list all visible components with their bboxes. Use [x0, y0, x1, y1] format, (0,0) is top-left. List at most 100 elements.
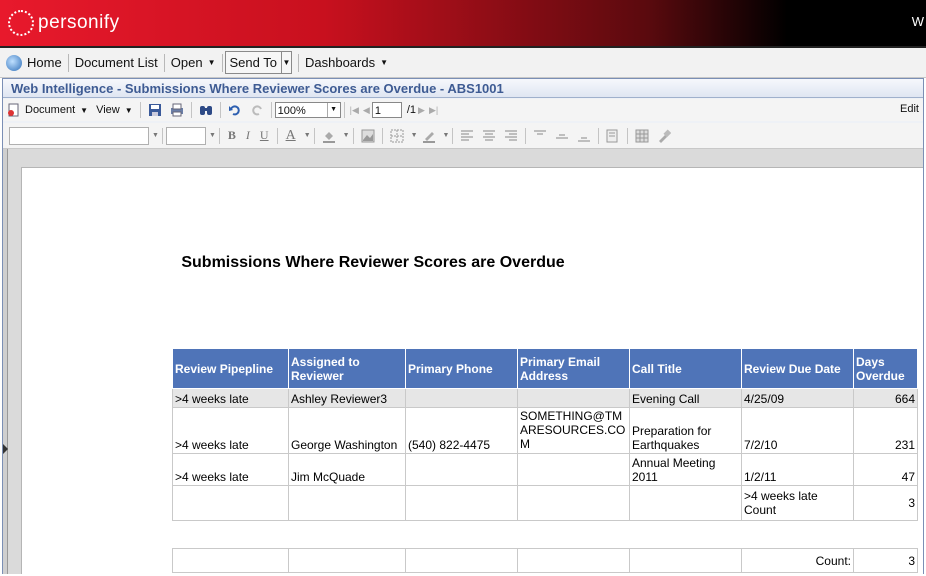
format-painter-icon[interactable]: [657, 128, 672, 143]
last-page-button[interactable]: ▶|: [427, 100, 440, 120]
bold-button[interactable]: B: [223, 128, 241, 143]
zoom-select[interactable]: 100% ▼: [274, 102, 341, 118]
table-cell: Ashley Reviewer3: [288, 388, 406, 408]
document-list-label: Document List: [74, 55, 158, 70]
report-canvas[interactable]: Submissions Where Reviewer Scores are Ov…: [3, 149, 923, 574]
underline-button[interactable]: U: [255, 128, 274, 143]
count-value: 3: [853, 548, 918, 573]
dashboards-label: Dashboards: [304, 55, 376, 70]
column-header[interactable]: Primary Phone: [405, 348, 518, 389]
main-menubar: Home Document List Open ▼ Send To ▼ Dash…: [0, 48, 926, 78]
edit-button[interactable]: Edit: [900, 103, 919, 115]
table-header-row: Review Pipepline Assigned to Reviewer Pr…: [172, 348, 918, 389]
page-total: /1: [406, 104, 417, 116]
first-page-button[interactable]: |◀: [348, 100, 361, 120]
column-header[interactable]: Review Due Date: [741, 348, 854, 389]
table-cell: [405, 388, 518, 408]
italic-button[interactable]: I: [241, 128, 255, 143]
next-page-button[interactable]: ▶: [416, 100, 427, 120]
wrap-text-icon[interactable]: [606, 129, 620, 143]
font-color-icon[interactable]: A: [281, 128, 301, 144]
table-cell: >4 weeks late Count: [741, 485, 854, 521]
chevron-down-icon[interactable]: ▼: [209, 132, 216, 139]
view-menu[interactable]: View ▼: [92, 100, 137, 120]
toolbar-separator: [352, 127, 354, 144]
align-left-icon[interactable]: [460, 129, 474, 143]
font-name-input[interactable]: [9, 126, 149, 145]
chevron-down-icon[interactable]: ▼: [304, 132, 311, 139]
find-button[interactable]: [195, 100, 217, 120]
chevron-down-icon: ▼: [124, 105, 133, 115]
dashboards-menu[interactable]: Dashboards ▼: [299, 51, 394, 74]
column-header[interactable]: Call Title: [629, 348, 742, 389]
table-grid-icon[interactable]: [635, 129, 649, 143]
print-button[interactable]: [166, 100, 188, 120]
page-number-input[interactable]: 1: [371, 102, 402, 118]
undo-icon: [228, 105, 240, 116]
chevron-down-icon[interactable]: ▼: [152, 132, 159, 139]
column-header[interactable]: Primary Email Address: [517, 348, 630, 389]
borders-icon[interactable]: [390, 129, 404, 143]
logo-text: personify: [38, 12, 120, 33]
undo-button[interactable]: [224, 100, 246, 120]
table-cell: [629, 485, 742, 521]
count-label: Count:: [741, 548, 854, 573]
table-cell: (540) 822-4475: [405, 407, 518, 454]
left-panel-toggle[interactable]: [3, 149, 8, 574]
table-cell: George Washington: [288, 407, 406, 454]
table-row: >4 weeks late George Washington (540) 82…: [172, 407, 918, 454]
column-header[interactable]: Review Pipepline: [172, 348, 289, 389]
document-label: Document: [25, 104, 76, 116]
table-cell: SOMETHING@TMARESOURCES.COM: [517, 407, 630, 454]
send-to-button[interactable]: Send To: [224, 51, 282, 74]
background-image-icon[interactable]: [361, 129, 375, 143]
chevron-down-icon[interactable]: ▼: [343, 132, 350, 139]
send-to-dropdown[interactable]: ▼: [281, 51, 292, 74]
border-color-icon[interactable]: [422, 129, 436, 143]
save-button[interactable]: [144, 100, 166, 120]
document-menu[interactable]: Document ▼: [3, 100, 92, 120]
document-list-button[interactable]: Document List: [69, 51, 164, 74]
align-right-icon[interactable]: [504, 129, 518, 143]
save-icon: [148, 104, 161, 116]
table-cell: Annual Meeting 2011: [629, 453, 742, 486]
previous-page-icon: ◀: [362, 104, 370, 115]
app-banner: personify W: [0, 0, 926, 48]
toolbar-separator: [270, 102, 272, 118]
open-label: Open: [170, 55, 203, 70]
table-cell: [517, 453, 630, 486]
home-button[interactable]: Home: [0, 51, 68, 74]
report-title: Submissions Where Reviewer Scores are Ov…: [181, 254, 565, 271]
table-cell: 3: [853, 485, 918, 521]
align-center-icon[interactable]: [482, 129, 496, 143]
column-header[interactable]: Assigned to Reviewer: [288, 348, 406, 389]
align-bottom-icon[interactable]: [577, 129, 591, 143]
align-middle-icon[interactable]: [555, 129, 569, 143]
zoom-value: 100%: [277, 105, 306, 117]
table-cell: Jim McQuade: [288, 453, 406, 486]
table-cell: [288, 548, 406, 573]
table-cell: [517, 548, 630, 573]
previous-page-button[interactable]: ◀: [361, 100, 372, 120]
fill-color-icon[interactable]: [322, 129, 336, 143]
binoculars-icon: [199, 106, 212, 115]
toolbar-separator: [219, 102, 221, 118]
table-row: Count: 3: [172, 548, 918, 573]
toolbar-separator: [139, 102, 141, 118]
open-menu[interactable]: Open ▼: [165, 51, 222, 74]
table-cell: 231: [853, 407, 918, 454]
chevron-down-icon[interactable]: ▼: [443, 132, 450, 139]
send-to-label: Send To: [229, 55, 277, 70]
table-cell: [172, 548, 289, 573]
chevron-down-icon[interactable]: ▼: [411, 132, 418, 139]
align-top-icon[interactable]: [533, 129, 547, 143]
redo-button[interactable]: [246, 100, 268, 120]
frame-title: Web Intelligence - Submissions Where Rev…: [3, 79, 923, 98]
toolbar-separator: [525, 127, 527, 144]
format-toolbar: ▼ ▼ B I U A ▼ ▼ ▼ ▼: [3, 123, 923, 149]
table-cell: [405, 485, 518, 521]
font-size-input[interactable]: [165, 126, 206, 145]
column-header[interactable]: Days Overdue: [853, 348, 918, 389]
chevron-down-icon: ▼: [326, 103, 340, 117]
toolbar-separator: [452, 127, 454, 144]
